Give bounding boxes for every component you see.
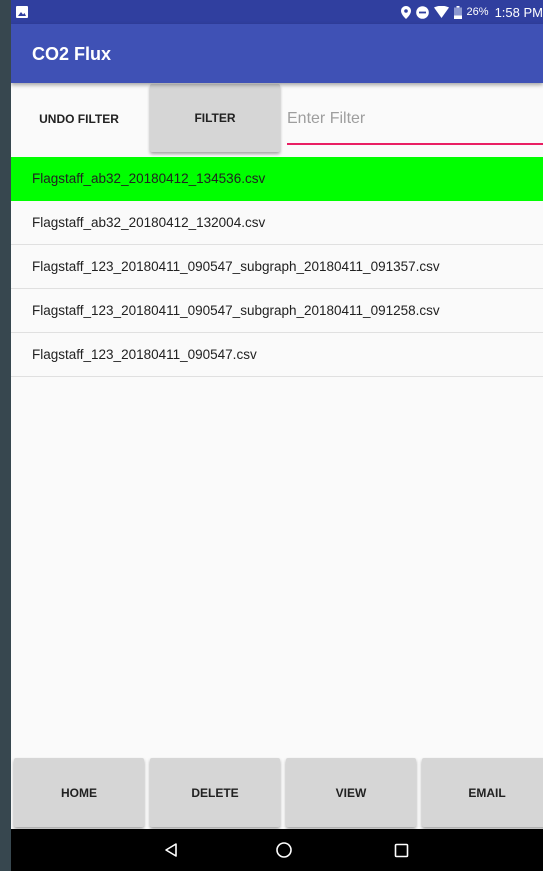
file-list-item[interactable]: Flagstaff_123_20180411_090547_subgraph_2… (11, 289, 543, 333)
recents-icon[interactable] (389, 838, 413, 862)
status-time: 1:58 PM (494, 4, 543, 20)
image-icon (16, 6, 28, 18)
back-icon[interactable] (159, 838, 183, 862)
app-title: CO2 Flux (32, 44, 112, 64)
file-list-item[interactable]: Flagstaff_123_20180411_090547.csv (11, 333, 543, 377)
status-bar: 26% 1:58 PM (11, 0, 543, 24)
undo-filter-button[interactable]: UNDO FILTER (11, 95, 147, 143)
status-icons: 26% 1:58 PM (400, 0, 543, 24)
view-button[interactable]: VIEW (286, 758, 416, 827)
file-list-item[interactable]: Flagstaff_ab32_20180412_134536.csv (11, 157, 543, 201)
file-list-item[interactable]: Flagstaff_123_20180411_090547_subgraph_2… (11, 245, 543, 289)
system-nav-bar (11, 829, 543, 871)
wifi-icon (433, 6, 449, 18)
app-bar: CO2 Flux (11, 24, 543, 83)
file-list-item[interactable]: Flagstaff_ab32_20180412_132004.csv (11, 201, 543, 245)
device-bezel (0, 0, 11, 871)
battery-percent: 26% (466, 6, 489, 18)
app-screen: 26% 1:58 PM CO2 Flux UNDO FILTER FILTER … (11, 0, 543, 871)
email-button[interactable]: EMAIL (422, 758, 543, 827)
home-button[interactable]: HOME (14, 758, 144, 827)
delete-button[interactable]: DELETE (150, 758, 280, 827)
location-icon (400, 5, 411, 19)
home-icon[interactable] (272, 838, 296, 862)
file-list: Flagstaff_ab32_20180412_134536.csv Flags… (11, 157, 543, 377)
filter-row: UNDO FILTER FILTER (11, 83, 543, 155)
bottom-button-bar: HOME DELETE VIEW EMAIL (11, 757, 543, 829)
battery-icon (453, 5, 462, 19)
filter-input[interactable] (287, 101, 543, 145)
filter-button[interactable]: FILTER (150, 84, 280, 152)
do-not-disturb-icon (415, 5, 429, 19)
